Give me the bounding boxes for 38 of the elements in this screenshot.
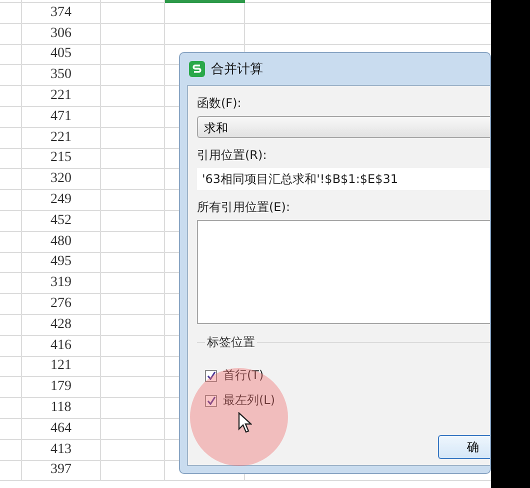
table-cell: 464 xyxy=(50,420,72,437)
table-cell: 221 xyxy=(50,88,72,104)
table-cell: 350 xyxy=(50,67,72,84)
group-label: 标签位置 xyxy=(205,334,257,351)
checkbox-label: 首行(T) xyxy=(223,367,264,384)
checkbox[interactable] xyxy=(205,370,217,382)
field-label: 所有引用位置(E): xyxy=(197,199,290,216)
table-cell: 471 xyxy=(50,108,72,125)
cursor-icon xyxy=(238,412,252,433)
references-list[interactable] xyxy=(197,220,490,324)
table-cell: 428 xyxy=(50,316,72,333)
table-cell: 306 xyxy=(50,26,72,42)
checkbox[interactable] xyxy=(205,394,217,406)
table-cell: 249 xyxy=(50,192,72,208)
checkbox-label: 最左列(L) xyxy=(223,392,276,409)
table-cell: 215 xyxy=(50,150,72,166)
table-cell: 397 xyxy=(50,462,72,478)
table-cell: 118 xyxy=(50,400,72,416)
reference-input[interactable]: '63相同项目汇总求和'!$B$1:$E$31 xyxy=(197,168,490,190)
table-cell: 121 xyxy=(50,358,72,374)
table-cell: 413 xyxy=(50,442,72,458)
table-cell: 374 xyxy=(50,4,72,21)
table-cell: 221 xyxy=(50,130,72,146)
table-cell: 320 xyxy=(50,171,72,188)
field-label: 引用位置(R): xyxy=(197,147,267,164)
table-cell: 405 xyxy=(50,46,72,62)
table-cell: 319 xyxy=(50,275,72,292)
table-cell: 452 xyxy=(50,212,72,229)
table-cell: 495 xyxy=(50,254,72,270)
table-cell: 416 xyxy=(50,338,72,354)
table-cell: 276 xyxy=(50,296,72,312)
app-logo-icon xyxy=(189,61,205,77)
table-cell: 179 xyxy=(50,379,72,396)
field-label: 函数(F): xyxy=(197,95,242,112)
dialog-title: 合并计算 xyxy=(211,61,263,78)
ok-button[interactable]: 确 xyxy=(438,435,490,459)
table-cell: 480 xyxy=(50,234,72,250)
function-dropdown[interactable]: 求和 xyxy=(197,116,490,138)
